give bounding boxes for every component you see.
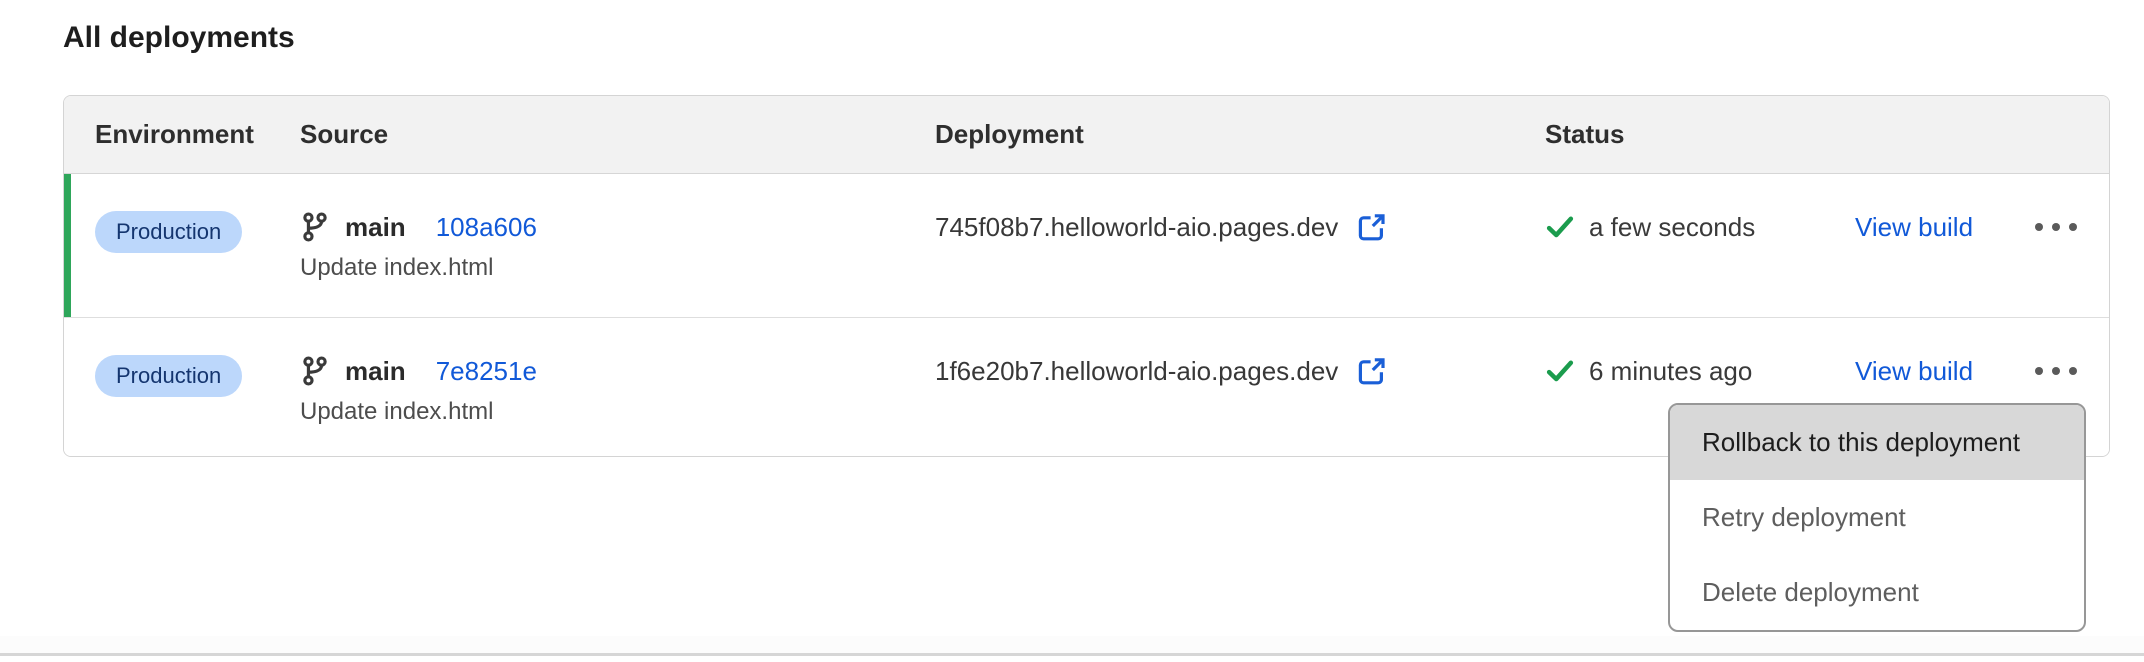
commit-message: Update index.html <box>300 253 935 283</box>
external-link-icon[interactable] <box>1355 211 1387 243</box>
branch-name: main <box>345 212 406 243</box>
view-build-link[interactable]: View build <box>1855 212 1973 243</box>
git-branch-icon <box>300 212 330 242</box>
menu-item-rollback[interactable]: Rollback to this deployment <box>1670 405 2084 480</box>
footer-band <box>0 636 2144 653</box>
success-check-icon <box>1545 356 1575 386</box>
commit-message: Update index.html <box>300 397 935 427</box>
deployment-url: 745f08b7.helloworld-aio.pages.dev <box>935 212 1338 243</box>
table-row: Production main 108a606 Update index.htm… <box>64 174 2109 317</box>
success-check-icon <box>1545 212 1575 242</box>
branch-name: main <box>345 356 406 387</box>
git-branch-icon <box>300 356 330 386</box>
more-actions-button[interactable] <box>2031 353 2081 389</box>
external-link-icon[interactable] <box>1355 355 1387 387</box>
environment-badge: Production <box>95 211 242 253</box>
header-status: Status <box>1545 119 2109 150</box>
ellipsis-icon <box>2035 223 2043 231</box>
commit-link[interactable]: 7e8251e <box>436 356 537 387</box>
status-time: a few seconds <box>1589 212 1755 243</box>
environment-badge: Production <box>95 355 242 397</box>
deployment-actions-menu: Rollback to this deployment Retry deploy… <box>1668 403 2086 632</box>
header-source: Source <box>300 119 935 150</box>
commit-link[interactable]: 108a606 <box>436 212 537 243</box>
view-build-link[interactable]: View build <box>1855 356 1973 387</box>
more-actions-button[interactable] <box>2031 209 2081 245</box>
status-time: 6 minutes ago <box>1589 356 1752 387</box>
ellipsis-icon <box>2035 367 2043 375</box>
footer-divider <box>0 653 2144 656</box>
deployment-url: 1f6e20b7.helloworld-aio.pages.dev <box>935 356 1338 387</box>
table-header-row: Environment Source Deployment Status <box>64 96 2109 174</box>
header-environment: Environment <box>64 119 300 150</box>
page-title: All deployments <box>63 20 295 56</box>
menu-item-retry[interactable]: Retry deployment <box>1670 480 2084 555</box>
menu-item-delete[interactable]: Delete deployment <box>1670 555 2084 630</box>
header-deployment: Deployment <box>935 119 1545 150</box>
